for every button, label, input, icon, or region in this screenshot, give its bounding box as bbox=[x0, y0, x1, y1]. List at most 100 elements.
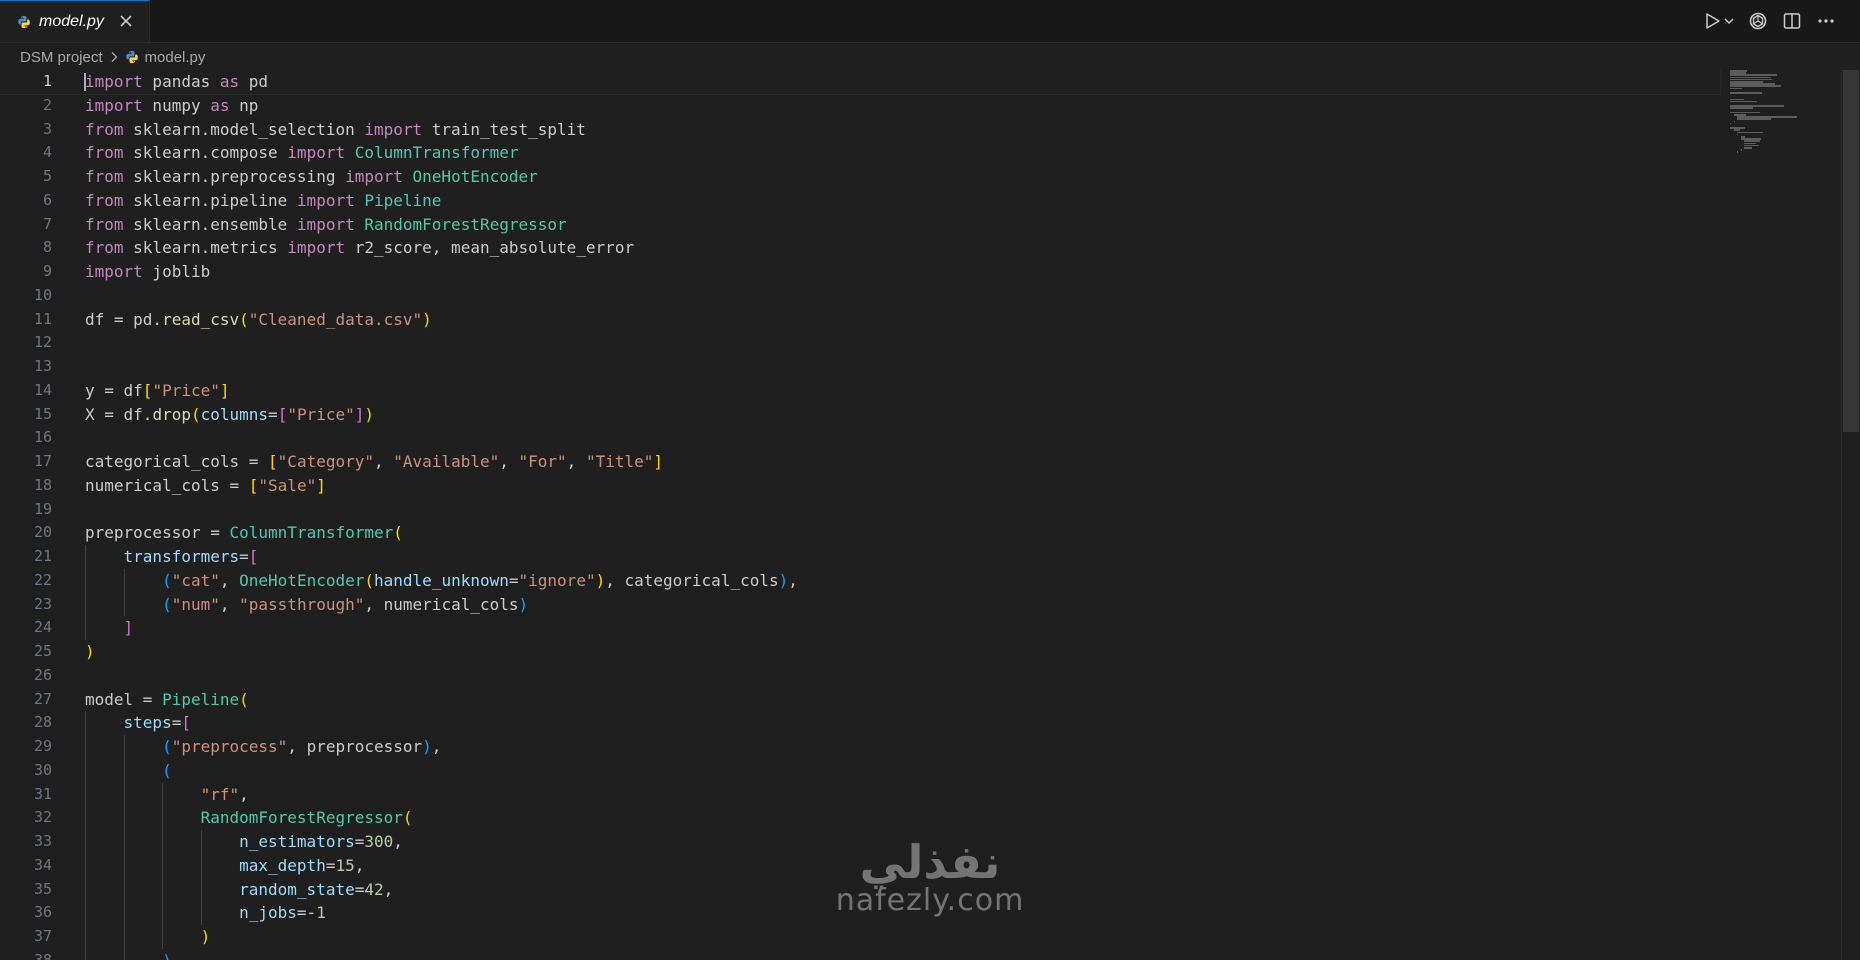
code-line[interactable]: 27 model = Pipeline( bbox=[0, 688, 1720, 712]
code-text: random_state=42, bbox=[85, 878, 393, 902]
code-line[interactable]: 8 from sklearn.metrics import r2_score, m… bbox=[0, 236, 1720, 260]
code-token: 42 bbox=[364, 879, 384, 899]
code-text: steps=[ bbox=[85, 711, 191, 735]
breadcrumb-folder[interactable]: DSM project bbox=[20, 49, 103, 66]
code-line[interactable]: 31 "rf", bbox=[0, 782, 1720, 807]
code-line[interactable]: 10 bbox=[0, 284, 1720, 308]
code-token: [ bbox=[248, 547, 259, 566]
code-token: from bbox=[85, 214, 124, 234]
line-number: 36 bbox=[33, 903, 52, 922]
code-token: 1 bbox=[316, 903, 326, 923]
code-token: import bbox=[85, 72, 143, 91]
code-token: ( bbox=[364, 570, 375, 590]
line-number: 34 bbox=[33, 855, 52, 874]
code-line[interactable]: 2 import numpy as np bbox=[0, 94, 1720, 118]
line-number: 17 bbox=[33, 452, 52, 470]
minimap-line bbox=[1737, 131, 1764, 134]
code-line[interactable]: 13 bbox=[0, 355, 1720, 379]
split-editor-icon[interactable] bbox=[1780, 9, 1804, 33]
code-token: = bbox=[171, 713, 182, 733]
code-token: ) bbox=[422, 309, 432, 329]
code-editor[interactable]: 1 import pandas as pd 2 import numpy as np 3… bbox=[0, 70, 1840, 960]
code-token: = bbox=[239, 547, 249, 566]
code-line[interactable]: 28 steps=[ bbox=[0, 711, 1720, 735]
code-token: ( bbox=[162, 760, 172, 780]
code-line[interactable]: 6 from sklearn.pipeline import Pipeline bbox=[0, 189, 1720, 213]
code-token: sklearn.compose bbox=[123, 143, 288, 163]
code-line[interactable]: 1 import pandas as pd bbox=[0, 70, 1721, 95]
code-text: from sklearn.pipeline import Pipeline bbox=[85, 189, 441, 213]
code-text: import pandas as pd bbox=[85, 70, 268, 94]
code-token: "Available" bbox=[393, 452, 500, 471]
line-number: 11 bbox=[33, 309, 52, 328]
code-line[interactable]: 23 ("num", "passthrough", numerical_cols… bbox=[0, 592, 1720, 617]
code-line[interactable]: 4 from sklearn.compose import ColumnTrans… bbox=[0, 141, 1720, 165]
more-actions-icon[interactable] bbox=[1814, 9, 1838, 33]
copilot-icon[interactable] bbox=[1746, 9, 1770, 33]
line-number: 29 bbox=[33, 737, 52, 755]
code-line[interactable]: 5 from sklearn.preprocessing import OneHo… bbox=[0, 165, 1720, 189]
code-token: , bbox=[431, 737, 442, 756]
code-token: ) bbox=[162, 951, 172, 960]
code-line[interactable]: 15 X = df.drop(columns=["Price"]) bbox=[0, 403, 1720, 427]
code-line[interactable]: 20 preprocessor = ColumnTransformer( bbox=[0, 521, 1720, 545]
tab-model-py[interactable]: model.py bbox=[0, 0, 150, 42]
code-line[interactable]: 9 import joblib bbox=[0, 260, 1720, 284]
text-cursor bbox=[84, 73, 86, 91]
run-icon[interactable] bbox=[1702, 9, 1736, 33]
code-line[interactable]: 22 ("cat", OneHotEncoder(handle_unknown=… bbox=[0, 568, 1720, 593]
editor-scrollbar[interactable] bbox=[1841, 70, 1860, 960]
code-token: "Title" bbox=[585, 452, 654, 471]
python-file-icon bbox=[125, 50, 139, 64]
code-token: = bbox=[508, 570, 519, 590]
code-text: ) bbox=[85, 640, 95, 664]
watermark-arabic: نفذلي bbox=[859, 835, 1001, 889]
breadcrumb-file[interactable]: model.py bbox=[145, 49, 206, 66]
code-line[interactable]: 18 numerical_cols = ["Sale"] bbox=[0, 474, 1720, 498]
code-text: ("num", "passthrough", numerical_cols) bbox=[85, 593, 528, 617]
code-line[interactable]: 7 from sklearn.ensemble import RandomFore… bbox=[0, 213, 1720, 237]
code-line[interactable]: 21 transformers=[ bbox=[0, 545, 1720, 569]
code-line[interactable]: 30 ( bbox=[0, 758, 1720, 783]
code-line[interactable]: 17 categorical_cols = ["Category", "Avail… bbox=[0, 450, 1720, 474]
code-text: numerical_cols = ["Sale"] bbox=[85, 474, 326, 498]
code-line[interactable]: 38 ) bbox=[0, 948, 1720, 960]
editor-tab-bar: model.py bbox=[0, 0, 1860, 43]
code-token: = bbox=[354, 832, 365, 851]
code-line[interactable]: 14 y = df["Price"] bbox=[0, 379, 1720, 403]
code-line[interactable]: 12 bbox=[0, 331, 1720, 355]
code-token: import bbox=[364, 119, 423, 139]
code-token: import bbox=[85, 262, 143, 281]
code-text: preprocessor = ColumnTransformer( bbox=[85, 521, 403, 545]
code-line[interactable]: 11 df = pd.read_csv("Cleaned_data.csv") bbox=[0, 308, 1720, 332]
code-line[interactable]: 32 RandomForestRegressor( bbox=[0, 806, 1720, 830]
code-line[interactable]: 19 bbox=[0, 498, 1720, 522]
line-number: 18 bbox=[33, 475, 52, 494]
code-token: [ bbox=[181, 713, 191, 733]
code-token: ( bbox=[162, 737, 172, 756]
line-number: 7 bbox=[42, 214, 52, 233]
code-line[interactable]: 26 bbox=[0, 664, 1720, 688]
line-number: 6 bbox=[42, 190, 52, 209]
line-number: 22 bbox=[33, 570, 52, 589]
code-token: max_depth bbox=[239, 855, 326, 875]
code-line[interactable]: 29 ("preprocess", preprocessor), bbox=[0, 735, 1720, 759]
code-text: ("preprocess", preprocessor), bbox=[85, 735, 441, 759]
minimap[interactable] bbox=[1728, 70, 1838, 190]
code-line[interactable]: 16 bbox=[0, 426, 1720, 450]
close-icon[interactable] bbox=[117, 12, 135, 30]
code-token: preprocessor = bbox=[85, 523, 230, 543]
code-line[interactable]: 37 ) bbox=[0, 925, 1720, 949]
scrollbar-thumb[interactable] bbox=[1843, 70, 1859, 432]
code-text: from sklearn.preprocessing import OneHot… bbox=[85, 165, 538, 189]
code-line[interactable]: 24 ] bbox=[0, 616, 1720, 640]
code-text: categorical_cols = ["Category", "Availab… bbox=[85, 450, 663, 474]
code-line[interactable]: 25) bbox=[0, 640, 1720, 664]
line-number: 37 bbox=[33, 927, 52, 945]
code-line[interactable]: 3 from sklearn.model_selection import tra… bbox=[0, 118, 1720, 142]
code-token: from bbox=[85, 238, 124, 258]
